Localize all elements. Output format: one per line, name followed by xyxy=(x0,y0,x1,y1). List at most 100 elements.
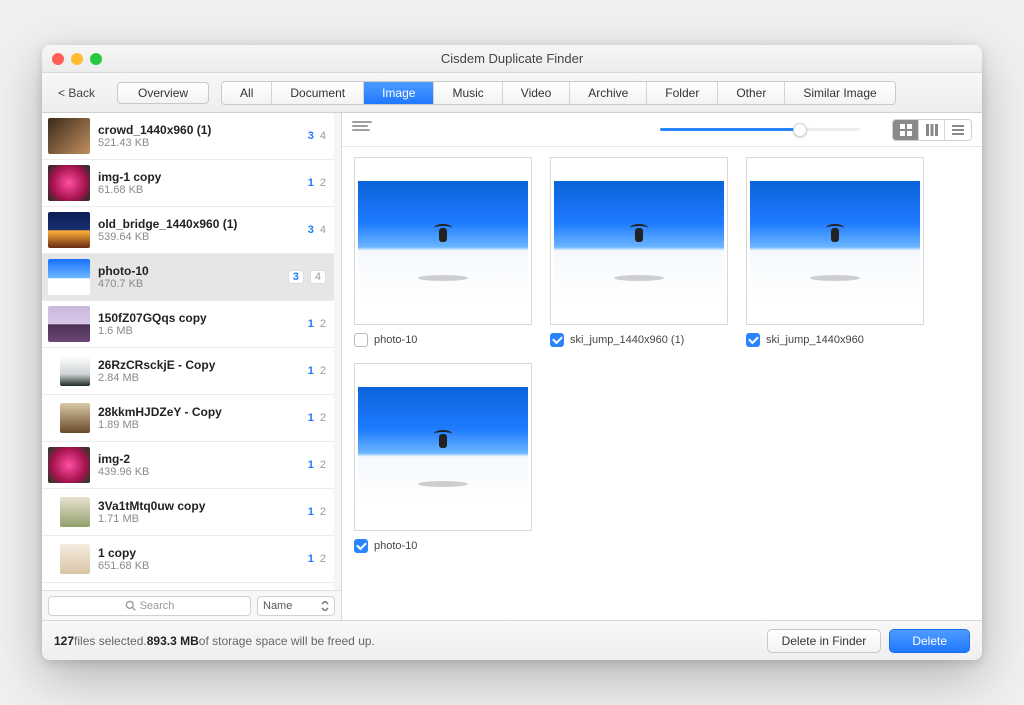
thumbnail xyxy=(60,544,90,574)
preview-image xyxy=(354,363,532,531)
search-icon xyxy=(125,600,136,611)
file-size: 651.68 KB xyxy=(98,560,308,572)
thumbnail xyxy=(48,165,90,201)
select-checkbox[interactable] xyxy=(550,333,564,347)
delete-button[interactable]: Delete xyxy=(889,629,970,653)
status-text-2: of storage space will be freed up. xyxy=(199,634,375,648)
card-label: ski_jump_1440x960 (1) xyxy=(570,334,684,346)
list-item[interactable]: old_bridge_1440x960 (1)539.64 KB34 xyxy=(42,207,334,254)
file-size: 539.64 KB xyxy=(98,231,308,243)
tab-document[interactable]: Document xyxy=(272,82,364,104)
selected-count: 1 xyxy=(308,412,314,424)
delete-in-finder-button[interactable]: Delete in Finder xyxy=(767,629,882,653)
tab-archive[interactable]: Archive xyxy=(570,82,647,104)
slider-knob[interactable] xyxy=(793,123,807,137)
tab-other[interactable]: Other xyxy=(718,82,785,104)
selected-count: 1 xyxy=(308,553,314,565)
select-checkbox[interactable] xyxy=(354,333,368,347)
tab-all[interactable]: All xyxy=(222,82,272,104)
list-item[interactable]: 3Va1tMtq0uw copy1.71 MB12 xyxy=(42,489,334,536)
thumbnail xyxy=(48,306,90,342)
gallery-card[interactable]: photo-10 xyxy=(354,157,532,347)
total-count: 4 xyxy=(310,270,326,284)
thumbnail xyxy=(48,447,90,483)
total-count: 2 xyxy=(320,553,326,565)
file-size: 521.43 KB xyxy=(98,137,308,149)
thumbnail xyxy=(60,497,90,527)
card-label: photo-10 xyxy=(374,334,417,346)
total-count: 2 xyxy=(320,365,326,377)
file-name: img-2 xyxy=(98,452,308,466)
file-meta: 150fZ07GQqs copy1.6 MB xyxy=(98,311,308,337)
preview-image xyxy=(746,157,924,325)
card-caption: photo-10 xyxy=(354,333,532,347)
select-mode-icon[interactable] xyxy=(352,121,372,139)
select-checkbox[interactable] xyxy=(354,539,368,553)
file-meta: img-2439.96 KB xyxy=(98,452,308,478)
list-item[interactable]: 1 copy651.68 KB12 xyxy=(42,536,334,583)
thumbnail xyxy=(48,259,90,295)
zoom-icon[interactable] xyxy=(90,53,102,65)
sort-label: Name xyxy=(263,600,292,612)
dup-counts: 12 xyxy=(308,318,326,330)
total-count: 2 xyxy=(320,177,326,189)
file-name: img-1 copy xyxy=(98,170,308,184)
dup-counts: 12 xyxy=(308,459,326,471)
file-name: 150fZ07GQqs copy xyxy=(98,311,308,325)
gallery-scroll[interactable]: photo-10 ski_jump_1440x960 (1) ski_jump_14… xyxy=(342,147,982,620)
search-input[interactable]: Search xyxy=(48,596,251,616)
list-item[interactable]: crowd_1440x960 (1)521.43 KB34 xyxy=(42,113,334,160)
tab-image[interactable]: Image xyxy=(364,82,434,104)
preview-image xyxy=(550,157,728,325)
selected-count: 1 xyxy=(308,506,314,518)
gallery-card[interactable]: photo-10 xyxy=(354,363,532,553)
sidebar-footer: Search Name xyxy=(42,590,341,620)
list-item[interactable]: 26RzCRsckjE - Copy2.84 MB12 xyxy=(42,348,334,395)
file-size: 439.96 KB xyxy=(98,466,308,478)
view-grid-button[interactable] xyxy=(893,120,919,140)
file-name: photo-10 xyxy=(98,264,288,278)
list-item[interactable]: 150fZ07GQqs copy1.6 MB12 xyxy=(42,301,334,348)
list-item[interactable]: img-1 copy61.68 KB12 xyxy=(42,160,334,207)
thumbnail xyxy=(60,356,90,386)
tab-folder[interactable]: Folder xyxy=(647,82,718,104)
close-icon[interactable] xyxy=(52,53,64,65)
file-meta: photo-10470.7 KB xyxy=(98,264,288,290)
file-name: 1 copy xyxy=(98,546,308,560)
dup-counts: 34 xyxy=(308,224,326,236)
main-toolbar: < Back Overview AllDocumentImageMusicVid… xyxy=(42,73,982,113)
list-item[interactable]: 28kkmHJDZeY - Copy1.89 MB12 xyxy=(42,395,334,442)
tab-music[interactable]: Music xyxy=(434,82,502,104)
total-count: 2 xyxy=(320,318,326,330)
dup-counts: 12 xyxy=(308,506,326,518)
file-name: 26RzCRsckjE - Copy xyxy=(98,358,308,372)
sort-select[interactable]: Name xyxy=(257,596,335,616)
total-count: 4 xyxy=(320,224,326,236)
dup-counts: 12 xyxy=(308,177,326,189)
gallery-card[interactable]: ski_jump_1440x960 xyxy=(746,157,924,347)
back-button[interactable]: < Back xyxy=(50,82,103,104)
view-columns-button[interactable] xyxy=(919,120,945,140)
tab-similar-image[interactable]: Similar Image xyxy=(785,82,894,104)
list-item[interactable]: img-2439.96 KB12 xyxy=(42,442,334,489)
file-size: 470.7 KB xyxy=(98,278,288,290)
select-checkbox[interactable] xyxy=(746,333,760,347)
file-name: 3Va1tMtq0uw copy xyxy=(98,499,308,513)
file-meta: 28kkmHJDZeY - Copy1.89 MB xyxy=(98,405,308,431)
gallery-card[interactable]: ski_jump_1440x960 (1) xyxy=(550,157,728,347)
status-size: 893.3 MB xyxy=(147,634,199,648)
minimize-icon[interactable] xyxy=(71,53,83,65)
thumbnail xyxy=(48,118,90,154)
view-list-button[interactable] xyxy=(945,120,971,140)
file-meta: img-1 copy61.68 KB xyxy=(98,170,308,196)
dup-counts: 12 xyxy=(308,553,326,565)
zoom-slider[interactable] xyxy=(660,122,860,138)
overview-button[interactable]: Overview xyxy=(117,82,209,104)
tab-video[interactable]: Video xyxy=(503,82,570,104)
list-item[interactable]: photo-10470.7 KB34 xyxy=(42,254,334,301)
file-name: crowd_1440x960 (1) xyxy=(98,123,308,137)
sidebar: crowd_1440x960 (1)521.43 KB34img-1 copy6… xyxy=(42,113,342,620)
scrollbar[interactable] xyxy=(334,113,341,590)
card-caption: ski_jump_1440x960 xyxy=(746,333,924,347)
file-name: 28kkmHJDZeY - Copy xyxy=(98,405,308,419)
